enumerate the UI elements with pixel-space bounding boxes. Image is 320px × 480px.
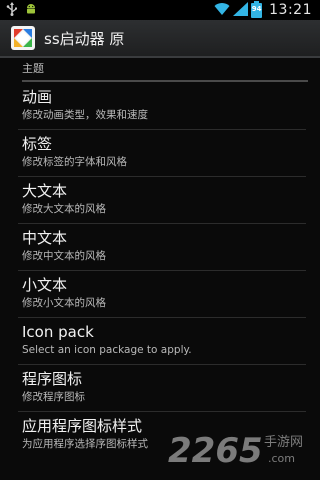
pref-summary: Select an icon package to apply. bbox=[22, 344, 192, 356]
pref-summary: 修改小文本的风格 bbox=[22, 297, 106, 309]
pref-small-text[interactable]: 小文本 修改小文本的风格 bbox=[0, 270, 320, 317]
pref-title: 标签 bbox=[22, 135, 53, 153]
pref-summary: 修改标签的字体和风格 bbox=[22, 156, 127, 168]
signal-icon bbox=[233, 1, 249, 20]
pref-title: 程序图标 bbox=[22, 370, 83, 388]
status-clock: 13:21 bbox=[269, 2, 312, 18]
page-title: ss启动器 原 bbox=[44, 29, 125, 48]
pref-icon-pack[interactable]: Icon pack Select an icon package to appl… bbox=[0, 317, 320, 364]
pref-title: 小文本 bbox=[22, 276, 68, 294]
app-icon[interactable] bbox=[10, 25, 36, 51]
android-icon bbox=[24, 1, 38, 20]
category-header: 主题 bbox=[22, 60, 308, 82]
pref-animation[interactable]: 动画 修改动画类型，效果和速度 bbox=[0, 82, 320, 129]
pref-app-icon-style[interactable]: 应用程序图标样式 为应用程序选择序图标样式 bbox=[0, 411, 320, 458]
pref-medium-text[interactable]: 中文本 修改中文本的风格 bbox=[0, 223, 320, 270]
pref-summary: 修改中文本的风格 bbox=[22, 250, 106, 262]
pref-summary: 修改程序图标 bbox=[22, 391, 85, 403]
pref-title: Icon pack bbox=[22, 323, 94, 341]
wifi-icon bbox=[214, 1, 230, 20]
pref-summary: 为应用程序选择序图标样式 bbox=[22, 438, 148, 450]
pref-label[interactable]: 标签 修改标签的字体和风格 bbox=[0, 129, 320, 176]
pref-title: 大文本 bbox=[22, 182, 68, 200]
battery-level: 94 bbox=[251, 4, 262, 13]
status-bar: 94 13:21 bbox=[0, 0, 320, 20]
preference-list: 动画 修改动画类型，效果和速度 标签 修改标签的字体和风格 大文本 修改大文本的… bbox=[0, 82, 320, 458]
pref-program-icon[interactable]: 程序图标 修改程序图标 bbox=[0, 364, 320, 411]
usb-icon bbox=[6, 1, 18, 20]
preferences-screen: 主题 动画 修改动画类型，效果和速度 标签 修改标签的字体和风格 大文本 修改大… bbox=[0, 58, 320, 480]
pref-large-text[interactable]: 大文本 修改大文本的风格 bbox=[0, 176, 320, 223]
pref-summary: 修改动画类型，效果和速度 bbox=[22, 109, 148, 121]
pref-title: 应用程序图标样式 bbox=[22, 417, 143, 435]
pref-summary: 修改大文本的风格 bbox=[22, 203, 106, 215]
battery-icon: 94 bbox=[251, 0, 263, 18]
action-bar: ss启动器 原 bbox=[0, 20, 320, 58]
pref-title: 中文本 bbox=[22, 229, 68, 247]
pref-title: 动画 bbox=[22, 88, 53, 106]
